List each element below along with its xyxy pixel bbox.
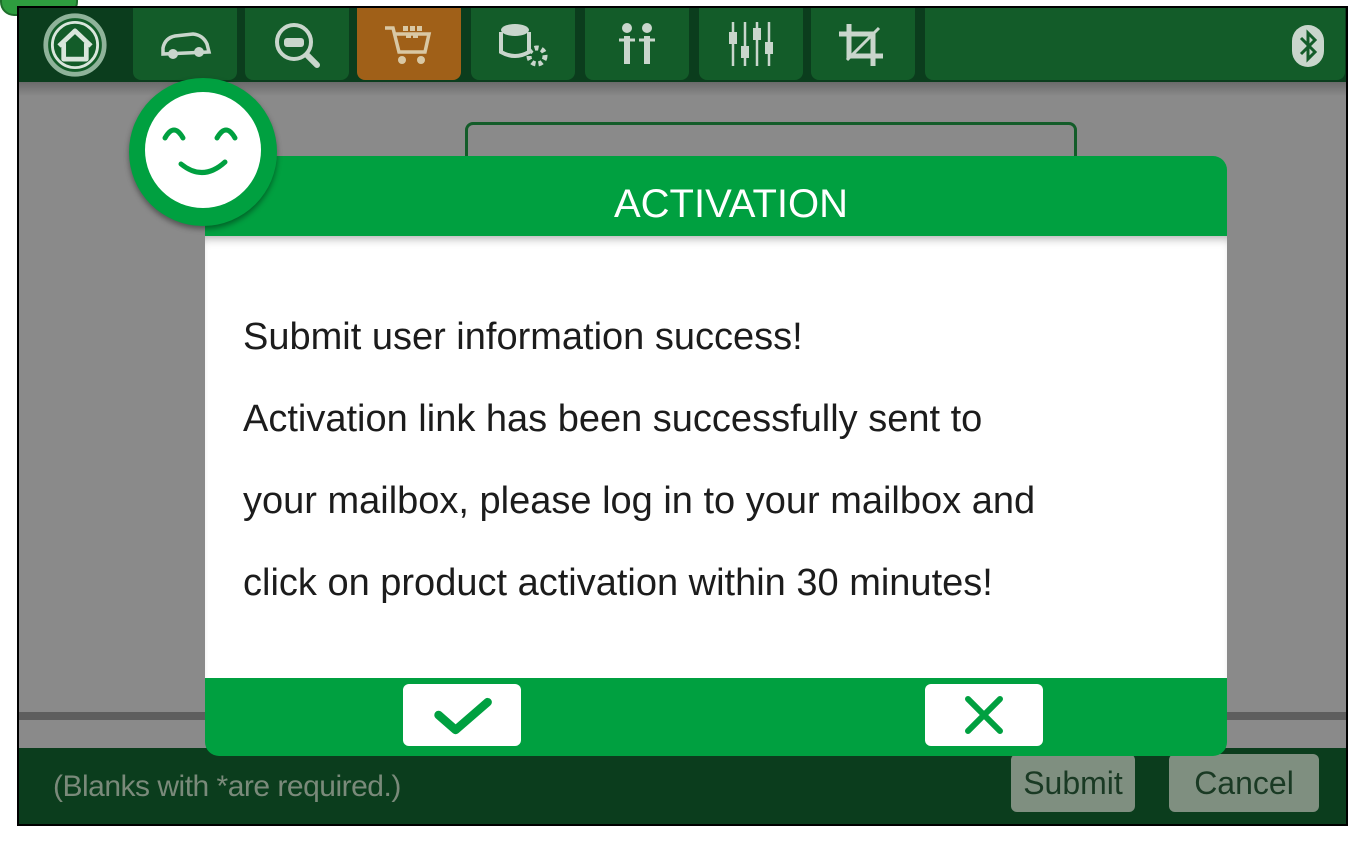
smiley-badge [129, 78, 277, 226]
app-window: (Blanks with *are required.) Submit Canc… [17, 6, 1348, 826]
cancel-button[interactable]: Cancel [1169, 754, 1319, 812]
message-line: Activation link has been successfully se… [243, 398, 983, 440]
shopping-cart-icon [385, 26, 432, 64]
car-icon [161, 32, 212, 59]
dialog-footer [205, 678, 1227, 756]
dialog-title: ACTIVATION [613, 182, 849, 226]
tab-vehicle[interactable] [133, 8, 237, 80]
users-icon [619, 23, 655, 64]
message-line: click on product activation within 30 mi… [243, 562, 993, 604]
required-hint: (Blanks with *are required.) [53, 770, 401, 803]
submit-button[interactable]: Submit [1011, 754, 1135, 812]
tab-shop[interactable] [357, 8, 461, 80]
home-button[interactable] [27, 12, 123, 78]
dismiss-button[interactable] [925, 684, 1043, 746]
smiley-icon [145, 92, 261, 208]
home-icon [43, 13, 107, 77]
tab-adjustments[interactable] [699, 8, 803, 80]
message-line: your mailbox, please log in to your mail… [243, 480, 1036, 522]
crop-icon [839, 24, 883, 66]
database-settings-icon [499, 24, 548, 67]
car-search-icon [275, 23, 320, 68]
confirm-button[interactable] [403, 684, 521, 746]
sliders-icon [729, 22, 773, 66]
dialog-header: ACTIVATION [205, 156, 1227, 236]
tab-data-settings[interactable] [471, 8, 575, 80]
top-toolbar [19, 8, 1346, 82]
tab-vehicle-search[interactable] [245, 8, 349, 80]
close-icon [965, 696, 1003, 734]
bluetooth-icon[interactable] [1291, 24, 1325, 68]
status-area [925, 8, 1345, 80]
checkmark-icon [434, 697, 492, 735]
tab-users[interactable] [585, 8, 689, 80]
dialog-body: Submit user information success! Activat… [205, 236, 1227, 678]
activation-dialog: ACTIVATION Submit user information succe… [205, 156, 1227, 756]
tab-crop[interactable] [811, 8, 915, 80]
bottom-bar: (Blanks with *are required.) Submit Canc… [19, 748, 1346, 824]
dialog-message: Submit user information success! Activat… [243, 296, 1207, 624]
message-line: Submit user information success! [243, 316, 803, 358]
